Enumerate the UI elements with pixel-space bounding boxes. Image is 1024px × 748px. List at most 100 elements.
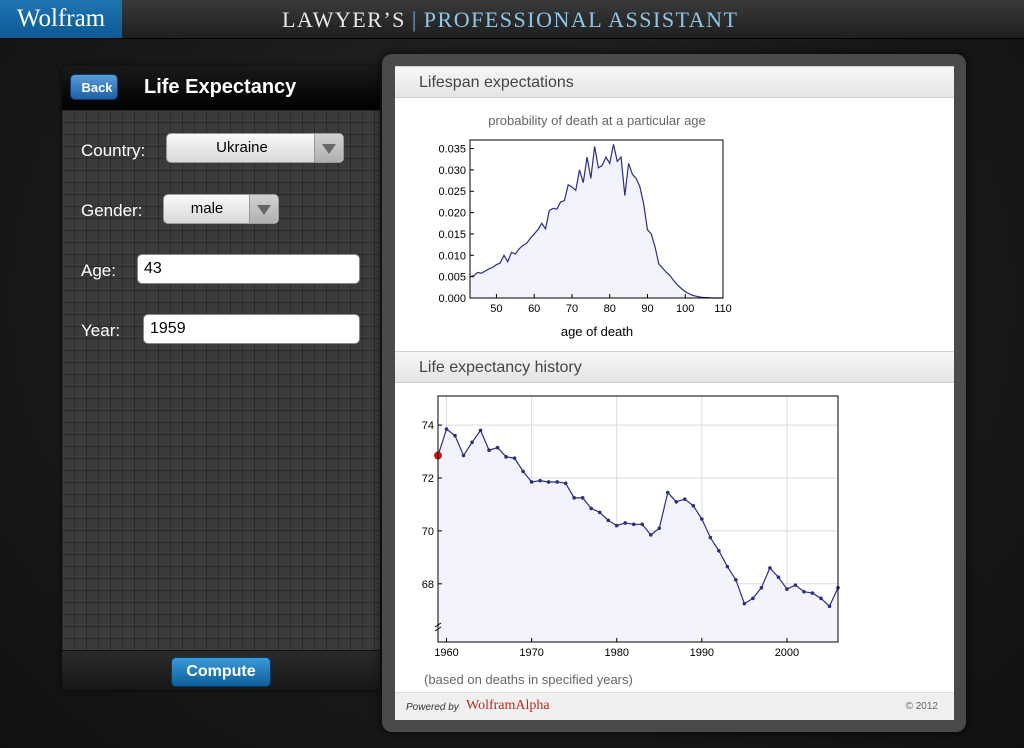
data-point (827, 604, 832, 609)
data-point (683, 497, 687, 501)
history-chart: 1960 1970 1980 1990 2000 68 70 72 74 (422, 395, 840, 659)
wolframalpha-logo: WolframAlpha (466, 698, 550, 713)
gender-select[interactable]: male (163, 194, 279, 224)
series-area (438, 429, 838, 642)
data-point (546, 480, 551, 484)
data-point (597, 510, 602, 515)
app-title-part2: PROFESSIONAL ASSISTANT (423, 7, 739, 32)
country-select-value: Ukraine (216, 139, 268, 156)
chevron-down-icon (249, 195, 278, 223)
data-point (725, 564, 730, 569)
form-panel: Back Life Expectancy Country: Ukraine Ge… (62, 66, 380, 690)
data-point (504, 455, 508, 459)
data-point (538, 478, 542, 483)
form-body: Country: Ukraine Gender: male Age: 43 Ye… (62, 110, 380, 650)
y-tick-label: 0.015 (438, 229, 466, 241)
x-axis-label: age of death (561, 324, 633, 339)
compute-button[interactable]: Compute (171, 657, 271, 687)
data-point (640, 522, 645, 527)
data-point (521, 469, 525, 474)
data-point (623, 521, 628, 525)
x-tick-label: 2000 (775, 647, 799, 659)
gender-select-value: male (190, 200, 224, 217)
data-point (495, 445, 500, 450)
form-title: Life Expectancy (144, 76, 297, 98)
data-point (691, 503, 696, 508)
series-area (470, 144, 723, 298)
plot-area: 50 60 70 80 90 100 110 0.000 0.005 0.010 0.015 0.02… (438, 139, 732, 315)
data-point (512, 456, 517, 460)
data-point (563, 481, 568, 486)
data-point (734, 578, 738, 582)
x-tick-label: 1980 (604, 647, 628, 659)
powered-by-label: Powered by (406, 702, 459, 713)
age-label: Age: (81, 261, 116, 280)
country-select[interactable]: Ukraine (166, 133, 344, 163)
powered-by-footer: Powered by WolframAlpha © 2012 (395, 692, 954, 720)
data-point (819, 596, 823, 601)
data-point (572, 496, 576, 500)
plot-area: 1960 1970 1980 1990 2000 68 70 72 74 (422, 395, 840, 659)
data-point (785, 587, 789, 591)
data-point (674, 500, 679, 504)
data-point (444, 427, 449, 431)
x-tick-label: 1990 (690, 647, 714, 659)
data-point (708, 535, 713, 540)
x-tick-label: 100 (676, 303, 694, 315)
data-point (529, 480, 534, 484)
copyright-text: © 2012 (905, 701, 938, 712)
data-point (478, 428, 483, 433)
deaths-note: (based on deaths in specified years) (424, 672, 633, 687)
x-tick-label: 90 (641, 303, 653, 315)
year-label: Year: (81, 321, 121, 340)
x-tick-label: 70 (566, 303, 578, 315)
y-tick-label: 0.000 (438, 293, 466, 305)
data-point (793, 583, 798, 587)
y-tick-label: 0.025 (438, 186, 466, 198)
app-title-part1: LAWYER’S (282, 7, 406, 32)
country-label: Country: (81, 141, 146, 160)
app-header-bar: Wolfram LAWYER’S | PROFESSIONAL ASSISTANT (0, 0, 1024, 39)
chevron-down-icon (314, 134, 343, 162)
data-point (776, 575, 781, 579)
history-section-title: Life expectancy history (419, 359, 582, 376)
y-tick-label: 68 (422, 579, 434, 591)
data-point (802, 589, 806, 594)
lifespan-section-title: Lifespan expectations (419, 74, 574, 91)
data-point (759, 585, 764, 590)
data-point (648, 533, 653, 537)
data-point (665, 490, 670, 495)
y-tick-label: 0.005 (438, 272, 466, 284)
history-section-header: Life expectancy history (395, 351, 954, 383)
data-point (717, 548, 721, 553)
data-point (810, 591, 815, 595)
y-tick-label: 0.020 (438, 208, 466, 220)
data-point (606, 518, 611, 523)
x-tick-label: 80 (604, 303, 616, 315)
data-point (461, 453, 466, 458)
back-button[interactable]: Back (70, 74, 118, 100)
gender-label: Gender: (81, 201, 143, 220)
chart-title: probability of death at a particular age (488, 113, 706, 128)
y-tick-label: 0.030 (438, 165, 466, 177)
x-tick-label: 1960 (434, 647, 458, 659)
x-tick-label: 110 (714, 303, 732, 315)
lifespan-section-header: Lifespan expectations (395, 66, 954, 98)
app-title: LAWYER’S | PROFESSIONAL ASSISTANT (282, 6, 738, 34)
y-tick-label: 74 (422, 420, 434, 432)
data-point (657, 526, 662, 531)
data-point (453, 433, 457, 438)
data-point (555, 480, 559, 484)
form-navigation-bar: Back Life Expectancy (62, 66, 380, 110)
data-point (487, 448, 491, 453)
age-input[interactable]: 43 (137, 254, 360, 284)
year-input[interactable]: 1959 (143, 314, 360, 344)
data-point (768, 566, 772, 570)
y-tick-label: 0.010 (438, 250, 466, 262)
y-tick-label: 0.035 (438, 144, 466, 156)
data-point (470, 440, 474, 445)
x-tick-label: 1970 (519, 647, 543, 659)
data-point (614, 523, 619, 528)
results-pane[interactable]: Lifespan expectations probability of dea… (395, 66, 954, 720)
data-point (751, 596, 755, 601)
